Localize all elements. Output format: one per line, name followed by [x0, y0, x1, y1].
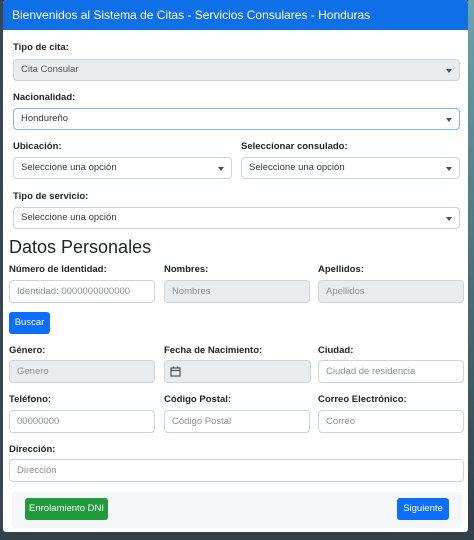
chevron-down-icon — [446, 217, 452, 221]
nacionalidad-label: Nacionalidad: — [13, 92, 76, 103]
fecha-nacimiento-input[interactable] — [186, 360, 311, 383]
background-right — [468, 0, 474, 540]
direccion-label: Dirección: — [9, 444, 56, 455]
ubicacion-select[interactable]: Seleccione una opción — [13, 157, 232, 179]
chevron-down-icon — [446, 69, 452, 73]
telefono-input[interactable]: 00000000 — [9, 410, 155, 433]
ubicacion-label: Ubicación: — [13, 141, 62, 152]
direccion-input[interactable]: Dirección — [9, 459, 464, 482]
tipo-cita-select[interactable]: Cita Consular — [13, 59, 460, 81]
consulado-value: Seleccione una opción — [249, 162, 345, 173]
enrolamiento-dni-button[interactable]: Enrolamiento DNI — [25, 498, 108, 520]
nombres-label: Nombres: — [164, 264, 209, 275]
chevron-down-icon — [446, 118, 452, 122]
chevron-down-icon — [446, 167, 452, 171]
calendar-button[interactable] — [164, 360, 187, 383]
form-footer: Enrolamiento DNI Siguiente — [12, 492, 462, 528]
genero-input[interactable]: Genero — [9, 360, 155, 383]
nacionalidad-value: Hondureño — [21, 113, 69, 124]
tipo-servicio-label: Tipo de servicio: — [13, 191, 89, 202]
identidad-input[interactable]: Identidad: 0000000000000 — [9, 280, 155, 303]
tipo-servicio-value: Seleccione una opción — [21, 212, 117, 223]
nombres-input[interactable]: Nombres — [164, 280, 310, 303]
tipo-cita-label: Tipo de cita: — [13, 42, 69, 53]
apellidos-input[interactable]: Apellidos — [318, 280, 464, 303]
window-title: Bienvenidos al Sistema de Citas - Servic… — [3, 0, 468, 30]
fecha-nacimiento-label: Fecha de Nacimiento: — [164, 345, 263, 356]
tipo-cita-value: Cita Consular — [21, 64, 79, 75]
calendar-icon — [170, 366, 181, 377]
consulado-label: Seleccionar consulado: — [241, 141, 348, 152]
buscar-button[interactable]: Buscar — [9, 312, 50, 334]
codigo-postal-label: Código Postal: — [164, 394, 232, 405]
telefono-label: Teléfono: — [9, 394, 52, 405]
identidad-label: Número de Identidad: — [9, 264, 107, 275]
chevron-down-icon — [218, 167, 224, 171]
nacionalidad-select[interactable]: Hondureño — [13, 108, 460, 130]
correo-label: Correo Electrónico: — [318, 394, 407, 405]
siguiente-button[interactable]: Siguiente — [397, 498, 449, 520]
tipo-servicio-select[interactable]: Seleccione una opción — [13, 207, 460, 229]
section-title: Datos Personales — [9, 237, 152, 257]
ciudad-label: Ciudad: — [318, 345, 354, 356]
consulado-select[interactable]: Seleccione una opción — [241, 157, 460, 179]
ciudad-input[interactable]: Ciudad de residencia — [318, 360, 464, 383]
codigo-postal-input[interactable]: Código Postal — [164, 410, 310, 433]
appointment-form-window: Bienvenidos al Sistema de Citas - Servic… — [3, 0, 468, 532]
correo-input[interactable]: Correo — [318, 410, 464, 433]
apellidos-label: Apellidos: — [318, 264, 364, 275]
ubicacion-value: Seleccione una opción — [21, 162, 117, 173]
genero-label: Género: — [9, 345, 46, 356]
